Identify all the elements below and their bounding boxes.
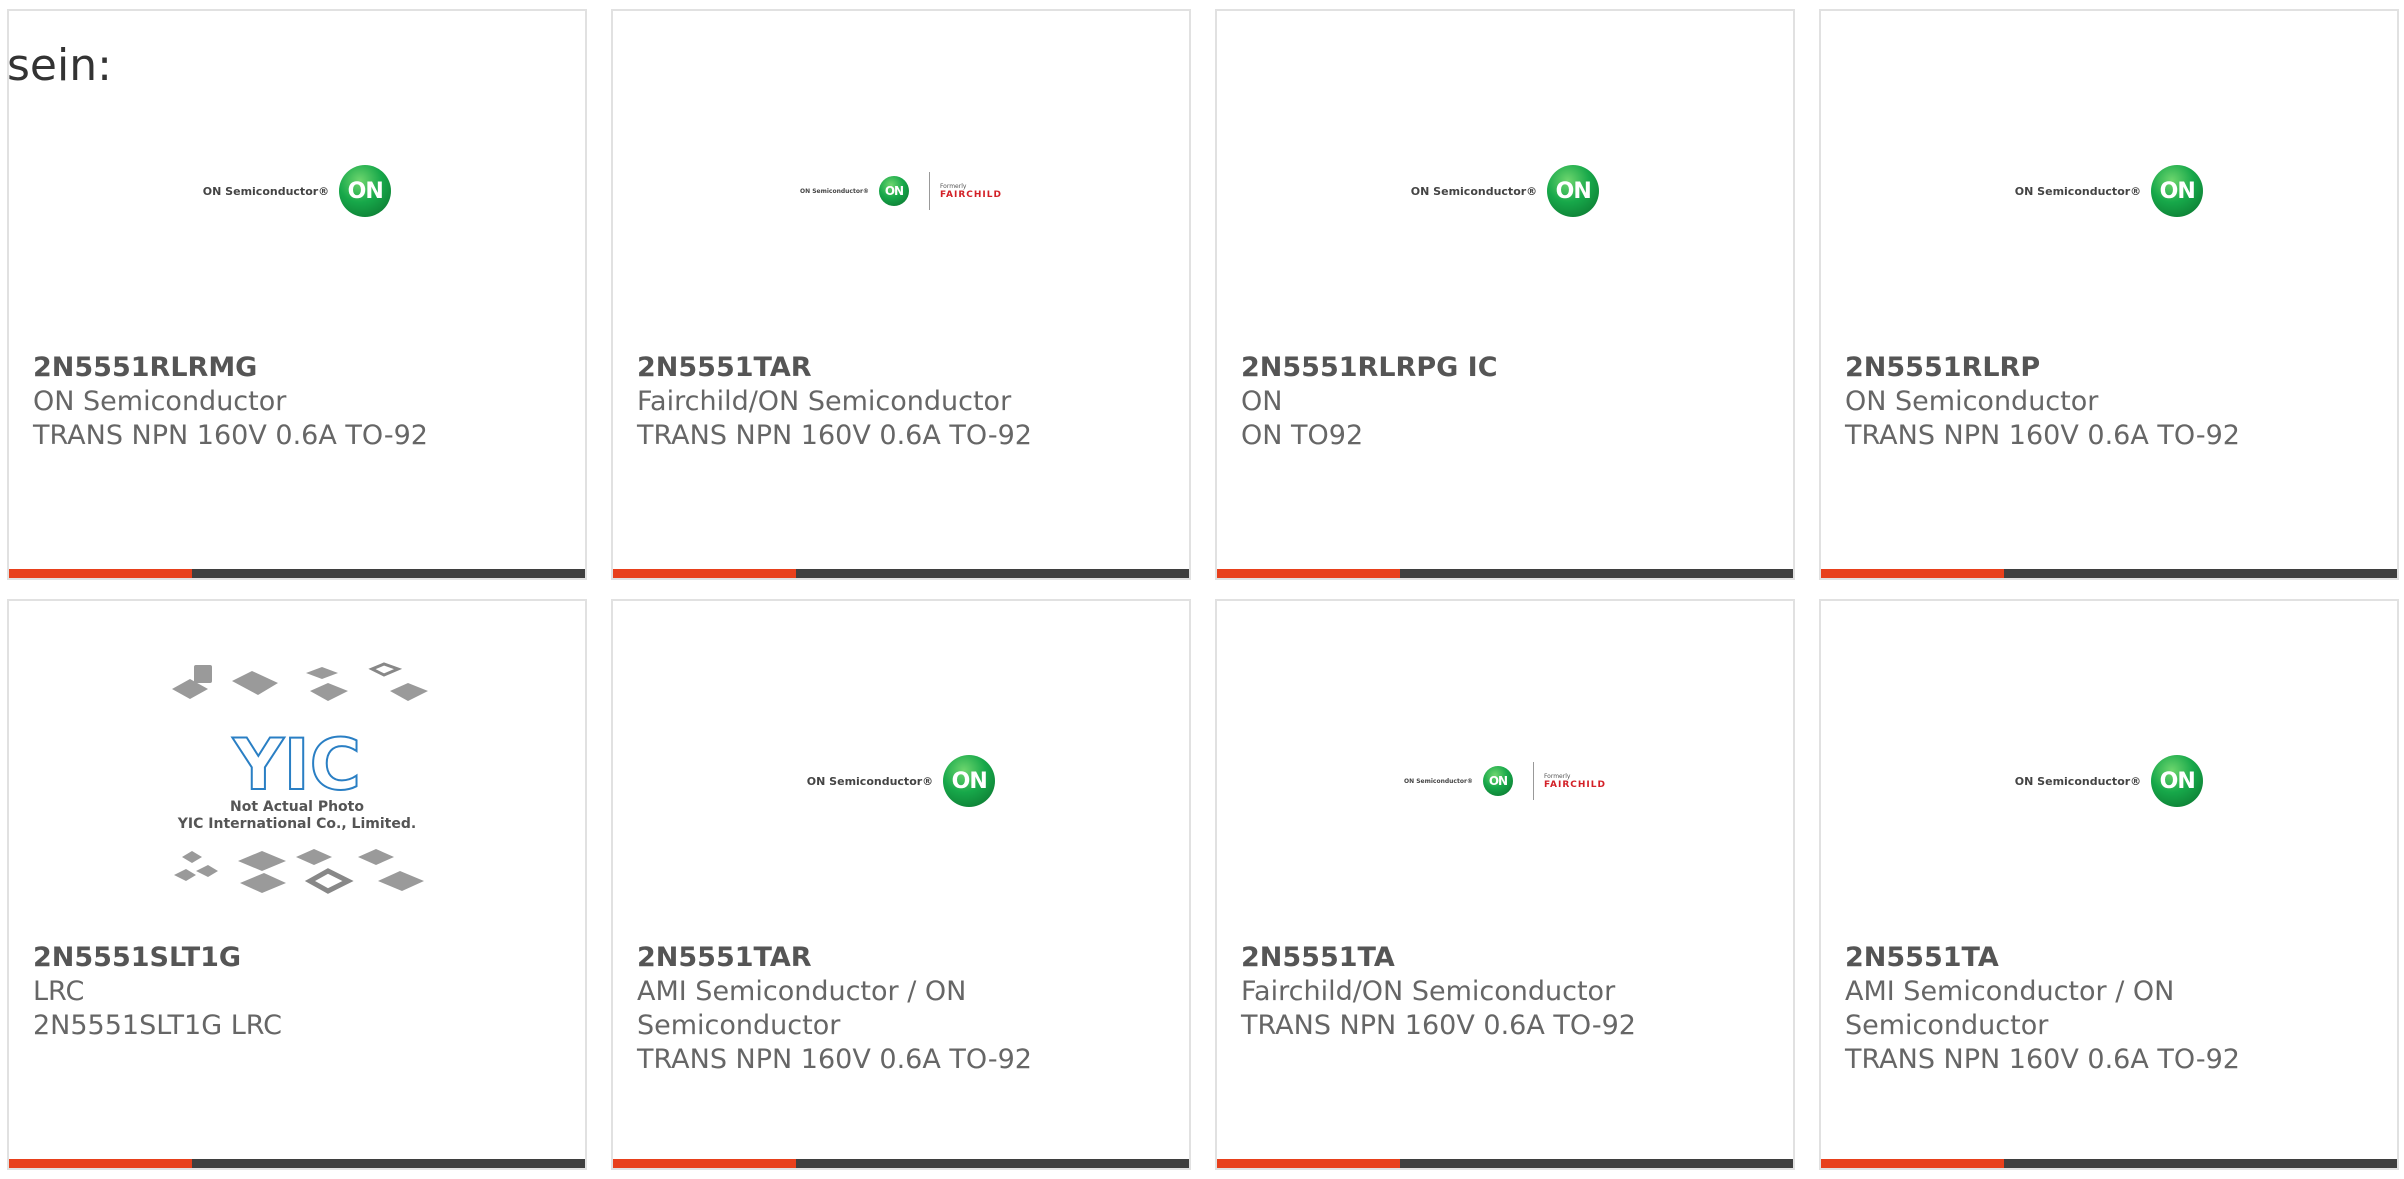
on-semiconductor-wordmark: ON Semiconductor® (202, 184, 330, 198)
part-number[interactable]: 2N5551RLRPG IC (1241, 351, 1769, 385)
card-accent-bar (1821, 569, 2004, 578)
product-description: TRANS NPN 160V 0.6A TO-92 (1845, 1044, 2240, 1075)
part-number[interactable]: 2N5551TA (1241, 941, 1769, 975)
product-info: 2N5551TAR AMI Semiconductor / ON Semicon… (637, 941, 1165, 1077)
manufacturer: Fairchild/ON Semiconductor (1241, 976, 1616, 1007)
card-accent-bar (613, 569, 796, 578)
part-number[interactable]: 2N5551TAR (637, 351, 1165, 385)
part-number[interactable]: 2N5551RLRMG (33, 351, 561, 385)
fairchild-logo: Formerly FAIRCHILD (1532, 762, 1606, 800)
product-card[interactable]: ON Semiconductor® ON 2N5551RLRPG IC ON O… (1215, 9, 1795, 580)
product-card[interactable]: ON Semiconductor® ON 2N5551TAR AMI Semic… (611, 599, 1191, 1170)
product-card[interactable]: ON Semiconductor® ON 2N5551TA AMI Semico… (1819, 599, 2399, 1170)
on-semiconductor-wordmark: ON Semiconductor® (806, 774, 934, 788)
product-info: 2N5551RLRP ON Semiconductor TRANS NPN 16… (1845, 351, 2373, 453)
card-footer-bar (1217, 1159, 1793, 1168)
on-semiconductor-logo: ON Semiconductor® ON (2014, 165, 2204, 217)
product-logo: ON Semiconductor® ON (1821, 71, 2397, 311)
card-footer-bar (1821, 569, 2397, 578)
product-logo: ON Semiconductor® ON (1217, 71, 1793, 311)
product-card[interactable]: ON Semiconductor® ON 2N5551RLRP ON Semic… (1819, 9, 2399, 580)
product-logo: ON Semiconductor® ON (9, 71, 585, 311)
yic-note-line-1: Not Actual Photo (230, 799, 364, 815)
card-accent-bar (1217, 1159, 1400, 1168)
yic-placeholder-image: YIC Not Actual Photo YIC International C… (172, 662, 428, 894)
card-footer-bar (613, 569, 1189, 578)
on-semiconductor-logo: ON Semiconductor® ON (2014, 755, 2204, 807)
card-accent-bar (9, 1159, 192, 1168)
product-info: 2N5551TA Fairchild/ON Semiconductor TRAN… (1241, 941, 1769, 1043)
on-semiconductor-wordmark: ON Semiconductor® (2014, 774, 2142, 788)
yic-logo-text: YIC (232, 724, 361, 806)
on-semiconductor-wordmark: ON Semiconductor® (1404, 777, 1473, 785)
on-badge-icon: ON (2151, 165, 2204, 217)
on-semiconductor-wordmark: ON Semiconductor® (1410, 184, 1538, 198)
card-accent-bar (1821, 1159, 2004, 1168)
card-accent-bar (1217, 569, 1400, 578)
card-accent-bar (9, 569, 192, 578)
fairchild-wordmark: FAIRCHILD (939, 189, 1002, 200)
product-info: 2N5551TA AMI Semiconductor / ON Semicond… (1845, 941, 2373, 1077)
product-description: TRANS NPN 160V 0.6A TO-92 (637, 420, 1032, 451)
on-fairchild-logo: ON Semiconductor® ON Formerly FAIRCHILD (800, 172, 1002, 210)
product-info: 2N5551TAR Fairchild/ON Semiconductor TRA… (637, 351, 1165, 453)
manufacturer: ON Semiconductor (33, 386, 287, 417)
product-grid: ON Semiconductor® ON 2N5551RLRMG ON Semi… (7, 9, 2399, 1170)
product-card[interactable]: YIC Not Actual Photo YIC International C… (7, 599, 587, 1170)
on-semiconductor-wordmark: ON Semiconductor® (2014, 184, 2142, 198)
product-description: TRANS NPN 160V 0.6A TO-92 (637, 1044, 1032, 1075)
on-fairchild-logo: ON Semiconductor® ON Formerly FAIRCHILD (1404, 762, 1606, 800)
lead-text: sein: (7, 40, 112, 91)
product-logo: ON Semiconductor® ON Formerly FAIRCHILD (613, 71, 1189, 311)
on-badge-icon: ON (878, 176, 909, 206)
product-logo: ON Semiconductor® ON Formerly FAIRCHILD (1217, 661, 1793, 901)
product-logo: ON Semiconductor® ON (613, 661, 1189, 901)
on-semiconductor-wordmark: ON Semiconductor® (800, 187, 869, 195)
product-info: 2N5551RLRPG IC ON ON TO92 (1241, 351, 1769, 453)
on-semiconductor-logo: ON Semiconductor® ON (1410, 165, 1600, 217)
card-footer-bar (9, 569, 585, 578)
part-number[interactable]: 2N5551TA (1845, 941, 2373, 975)
product-info: 2N5551SLT1G LRC 2N5551SLT1G LRC (33, 941, 561, 1043)
manufacturer: LRC (33, 976, 85, 1007)
card-footer-bar (9, 1159, 585, 1168)
card-footer-bar (613, 1159, 1189, 1168)
manufacturer: AMI Semiconductor / ON Semiconductor (637, 976, 967, 1041)
on-semiconductor-logo: ON Semiconductor® ON (806, 755, 996, 807)
part-number[interactable]: 2N5551SLT1G (33, 941, 561, 975)
product-card[interactable]: ON Semiconductor® ON Formerly FAIRCHILD … (1215, 599, 1795, 1170)
on-badge-icon: ON (1482, 766, 1513, 796)
fairchild-wordmark: FAIRCHILD (1543, 779, 1606, 790)
part-number[interactable]: 2N5551TAR (637, 941, 1165, 975)
card-footer-bar (1821, 1159, 2397, 1168)
product-logo: YIC Not Actual Photo YIC International C… (9, 661, 585, 901)
manufacturer: AMI Semiconductor / ON Semiconductor (1845, 976, 2175, 1041)
product-card[interactable]: ON Semiconductor® ON Formerly FAIRCHILD … (611, 9, 1191, 580)
on-badge-icon: ON (2151, 755, 2204, 807)
card-footer-bar (1217, 569, 1793, 578)
product-description: TRANS NPN 160V 0.6A TO-92 (1845, 420, 2240, 451)
on-badge-icon: ON (943, 755, 996, 807)
product-info: 2N5551RLRMG ON Semiconductor TRANS NPN 1… (33, 351, 561, 453)
part-number[interactable]: 2N5551RLRP (1845, 351, 2373, 385)
product-logo: ON Semiconductor® ON (1821, 661, 2397, 901)
fairchild-formerly-text: Formerly (1543, 772, 1571, 780)
product-description: TRANS NPN 160V 0.6A TO-92 (33, 420, 428, 451)
manufacturer: Fairchild/ON Semiconductor (637, 386, 1012, 417)
on-badge-icon: ON (1547, 165, 1600, 217)
product-description: 2N5551SLT1G LRC (33, 1010, 283, 1041)
yic-note-line-2: YIC International Co., Limited. (177, 816, 416, 832)
product-description: TRANS NPN 160V 0.6A TO-92 (1241, 1010, 1636, 1041)
manufacturer: ON (1241, 386, 1283, 417)
fairchild-formerly-text: Formerly (939, 182, 967, 190)
on-semiconductor-logo: ON Semiconductor® ON (202, 165, 392, 217)
card-accent-bar (613, 1159, 796, 1168)
product-description: ON TO92 (1241, 420, 1364, 451)
on-badge-icon: ON (339, 165, 392, 217)
manufacturer: ON Semiconductor (1845, 386, 2099, 417)
fairchild-logo: Formerly FAIRCHILD (928, 172, 1002, 210)
